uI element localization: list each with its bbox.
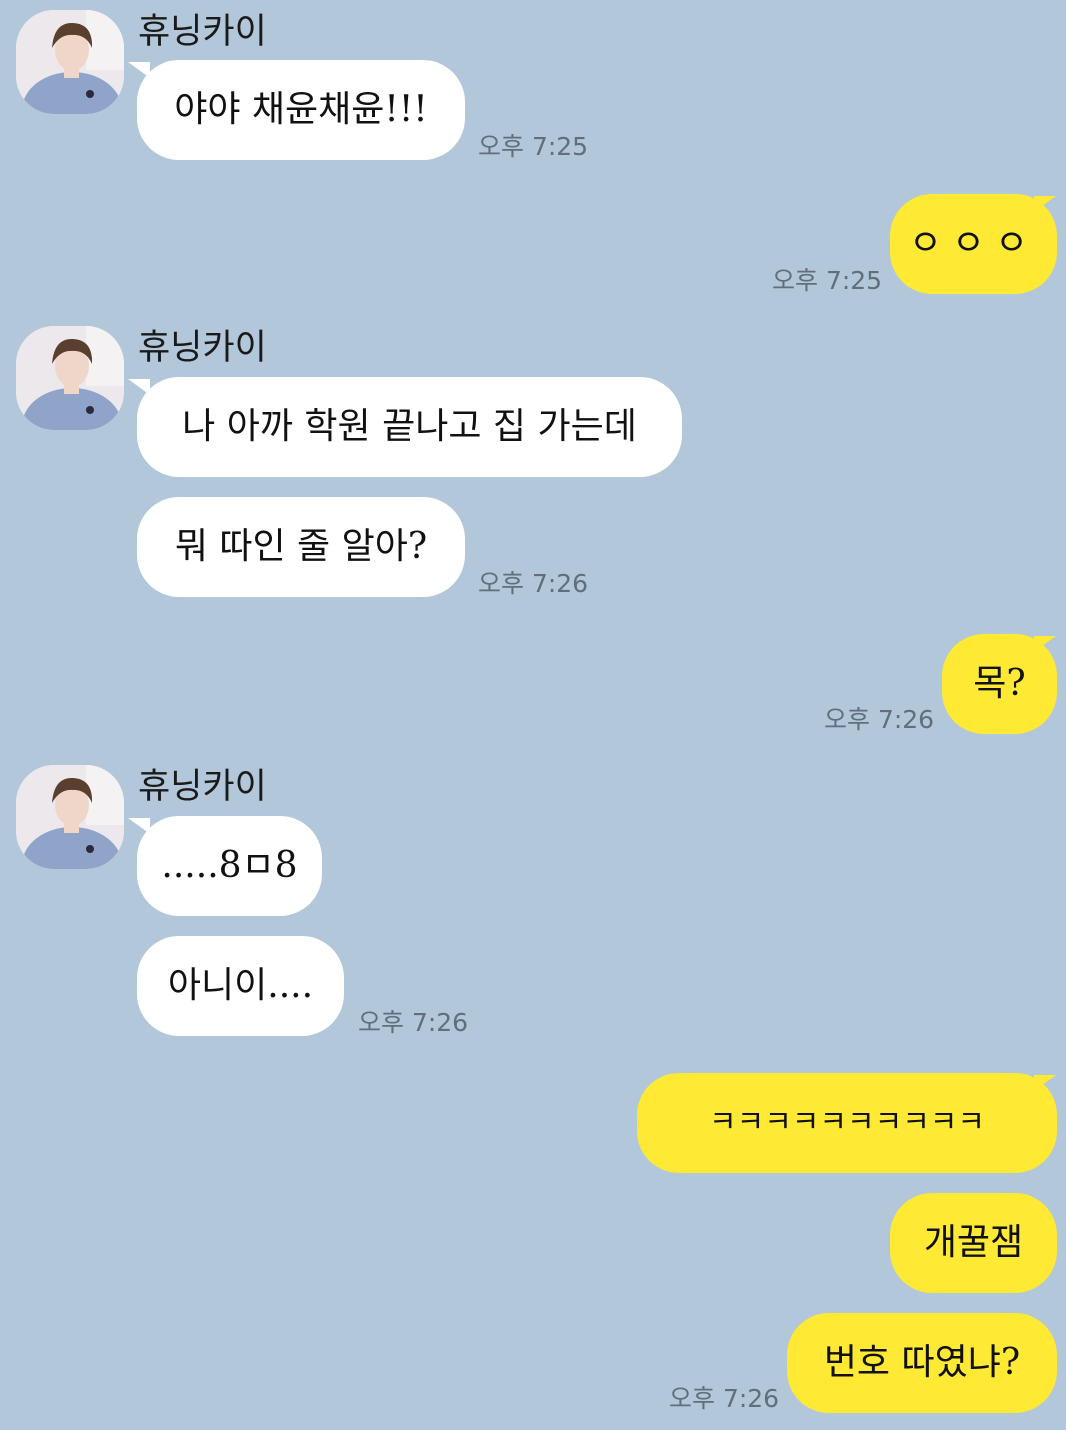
- contact-avatar[interactable]: [16, 765, 124, 869]
- message-bubble-outgoing[interactable]: 번호 따였냐?: [787, 1313, 1057, 1413]
- message-bubble-incoming[interactable]: 야야 채윤채윤!!!: [137, 60, 465, 160]
- message-bubble-incoming[interactable]: 나 아까 학원 끝나고 집 가는데: [137, 377, 682, 477]
- message-bubble-outgoing[interactable]: 목?: [942, 634, 1057, 734]
- message-time: 오후 7:26: [358, 1008, 469, 1037]
- message-time: 오후 7:26: [478, 569, 589, 598]
- message-time: 오후 7:25: [772, 266, 883, 295]
- contact-avatar[interactable]: [16, 326, 124, 430]
- contact-avatar[interactable]: [16, 10, 124, 114]
- message-bubble-outgoing[interactable]: ㅇㅇㅇ: [890, 194, 1057, 294]
- sender-name: 휴닝카이: [138, 767, 267, 807]
- message-time: 오후 7:26: [669, 1384, 780, 1413]
- message-bubble-incoming[interactable]: 아니이....: [137, 936, 344, 1036]
- message-bubble-incoming[interactable]: 뭐 따인 줄 알아?: [137, 497, 465, 597]
- message-time: 오후 7:26: [824, 705, 935, 734]
- message-bubble-outgoing[interactable]: ㅋㅋㅋㅋㅋㅋㅋㅋㅋㅋ: [637, 1073, 1057, 1173]
- message-time: 오후 7:25: [478, 132, 589, 161]
- sender-name: 휴닝카이: [138, 12, 267, 52]
- message-bubble-incoming[interactable]: .....8ㅁ8: [137, 816, 322, 916]
- message-bubble-outgoing[interactable]: 개꿀잼: [890, 1193, 1057, 1293]
- sender-name: 휴닝카이: [138, 328, 267, 368]
